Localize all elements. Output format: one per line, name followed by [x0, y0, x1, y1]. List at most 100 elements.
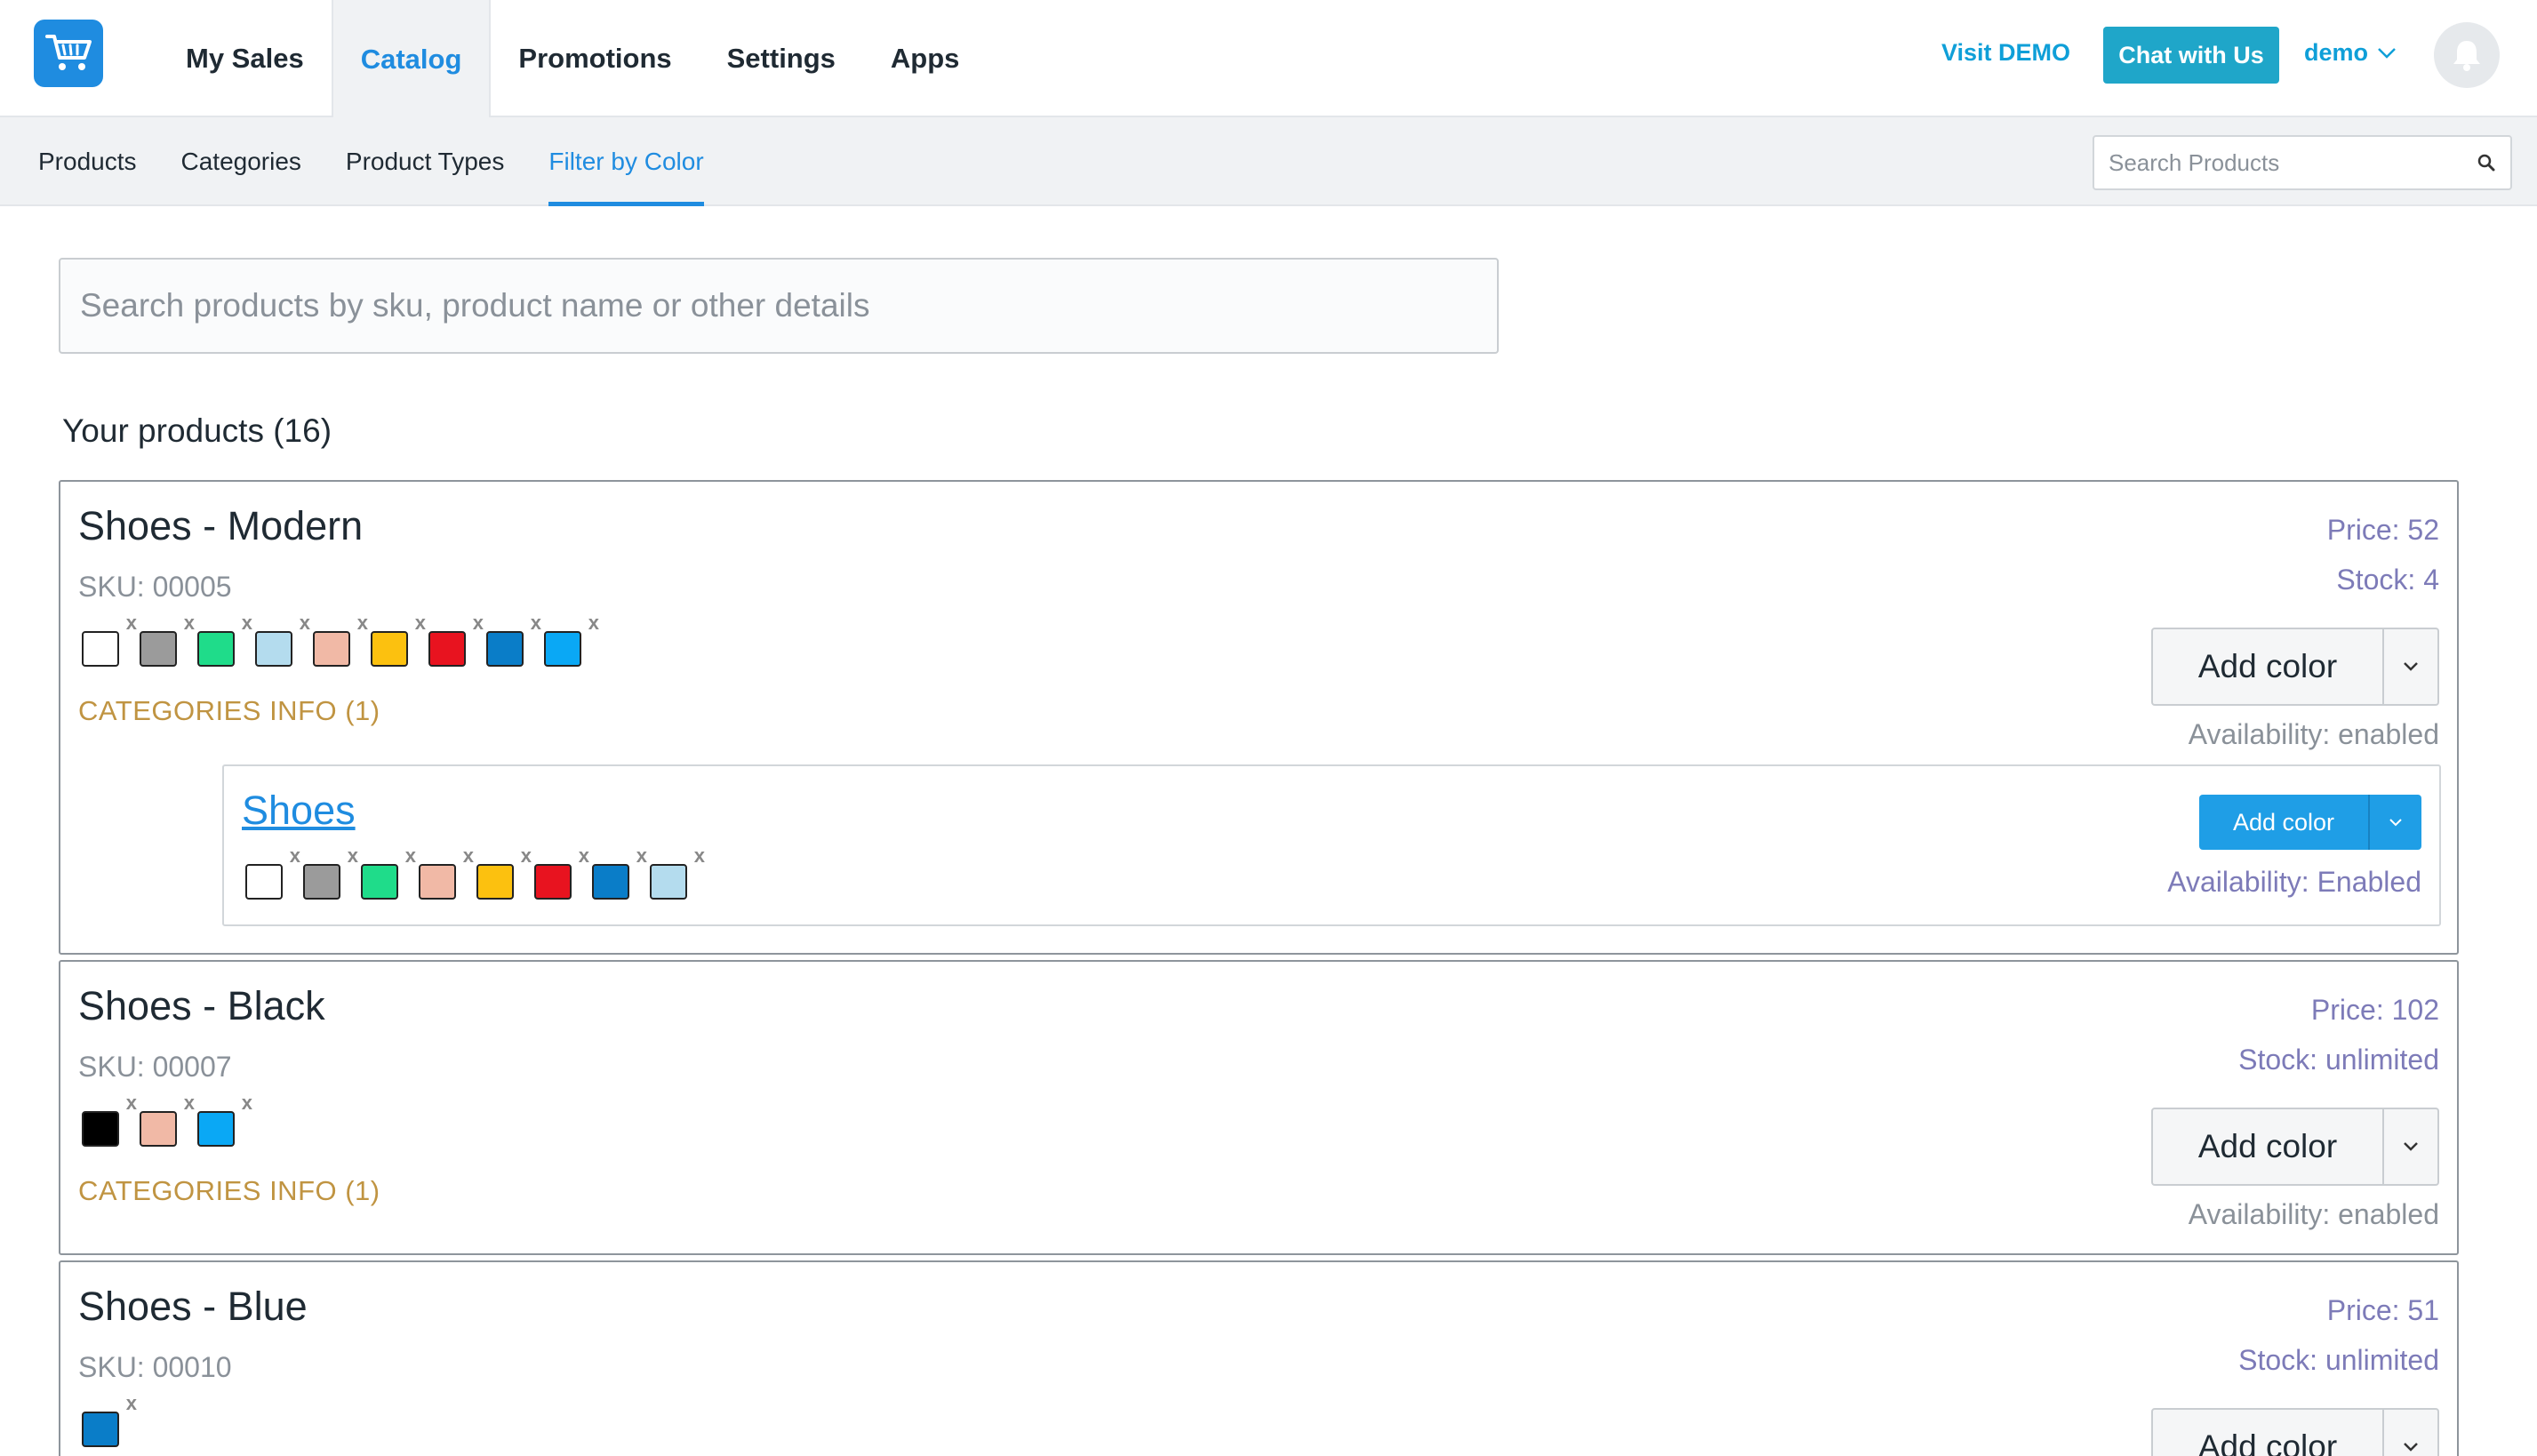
product-card: Shoes - Black SKU: 00007 x x x CATEGORIES …: [59, 960, 2459, 1255]
remove-color-icon[interactable]: x: [415, 613, 426, 633]
nav-promotions[interactable]: Promotions: [491, 0, 699, 117]
catalog-sub-nav-bar: Products Categories Product Types Filter…: [0, 117, 2537, 206]
categories-info-toggle[interactable]: CATEGORIES INFO (1): [78, 695, 380, 727]
category-row: Shoes x x x x x x x x Add color Availability: E…: [222, 764, 2441, 926]
color-swatch-blue[interactable]: x: [592, 846, 647, 900]
chevron-down-icon: [2378, 47, 2396, 59]
color-swatch-gray[interactable]: x: [303, 846, 358, 900]
ecwid-logo[interactable]: [34, 20, 103, 87]
remove-color-icon[interactable]: x: [521, 846, 532, 866]
color-swatches: xxxxxxxxx: [82, 613, 599, 667]
add-color-dropdown[interactable]: [2384, 1109, 2437, 1184]
tab-filter-by-color[interactable]: Filter by Color: [526, 117, 725, 206]
add-color-button[interactable]: Add color: [2151, 1408, 2439, 1456]
product-availability: Availability: enabled: [2188, 718, 2439, 750]
nav-my-sales[interactable]: My Sales: [158, 0, 332, 117]
color-swatch-green[interactable]: x: [361, 846, 416, 900]
category-availability: Availability: Enabled: [2167, 866, 2421, 898]
tab-product-types[interactable]: Product Types: [324, 117, 526, 206]
color-swatch-peach[interactable]: x: [140, 1093, 195, 1147]
remove-color-icon[interactable]: x: [405, 846, 416, 866]
remove-color-icon[interactable]: x: [694, 846, 705, 866]
color-swatch-yellow[interactable]: x: [371, 613, 426, 667]
color-swatch-white[interactable]: x: [82, 613, 137, 667]
color-swatch-gray[interactable]: x: [140, 613, 195, 667]
search-icon[interactable]: [2477, 153, 2496, 172]
visit-demo-link[interactable]: Visit DEMO: [1941, 39, 2070, 67]
categories-info-toggle[interactable]: CATEGORIES INFO (1): [78, 1175, 380, 1207]
color-swatch-light-blue[interactable]: x: [650, 846, 705, 900]
search-products-input[interactable]: [2109, 148, 2477, 177]
remove-color-icon[interactable]: x: [636, 846, 647, 866]
remove-color-icon[interactable]: x: [473, 613, 484, 633]
remove-color-icon[interactable]: x: [300, 613, 310, 633]
remove-color-icon[interactable]: x: [126, 1093, 137, 1113]
remove-color-icon[interactable]: x: [357, 613, 368, 633]
remove-color-icon[interactable]: x: [348, 846, 358, 866]
category-link-shoes[interactable]: Shoes: [242, 788, 356, 834]
add-color-label[interactable]: Add color: [2153, 1410, 2384, 1456]
remove-color-icon[interactable]: x: [126, 1394, 137, 1413]
product-price: Price: 51: [2326, 1294, 2439, 1326]
product-stock: Stock: unlimited: [2238, 1344, 2439, 1376]
nav-settings[interactable]: Settings: [700, 0, 863, 117]
color-swatch-green[interactable]: x: [197, 613, 252, 667]
color-swatch-blue[interactable]: x: [82, 1394, 137, 1447]
catalog-tabs: Products Categories Product Types Filter…: [16, 117, 726, 206]
add-color-dropdown[interactable]: [2384, 629, 2437, 704]
tab-products[interactable]: Products: [16, 117, 159, 206]
remove-color-icon[interactable]: x: [588, 613, 599, 633]
product-name: Shoes - Blue: [78, 1284, 308, 1329]
chevron-down-icon: [2404, 662, 2418, 671]
remove-color-icon[interactable]: x: [290, 846, 300, 866]
remove-color-icon[interactable]: x: [242, 613, 252, 633]
add-color-button[interactable]: Add color: [2151, 1108, 2439, 1186]
product-price: Price: 102: [2310, 994, 2439, 1026]
product-sku: SKU: 00010: [78, 1351, 232, 1383]
color-swatch-peach[interactable]: x: [419, 846, 474, 900]
category-add-color-dropdown[interactable]: [2370, 795, 2421, 850]
search-products-box: [2093, 135, 2512, 190]
category-add-color-label[interactable]: Add color: [2199, 795, 2370, 850]
add-color-button[interactable]: Add color: [2151, 628, 2439, 706]
color-swatch-sky-blue[interactable]: x: [197, 1093, 252, 1147]
user-menu[interactable]: demo: [2304, 39, 2397, 67]
nav-catalog[interactable]: Catalog: [331, 0, 492, 119]
color-swatch-red[interactable]: x: [534, 846, 589, 900]
shopping-cart-icon: [45, 35, 92, 70]
products-count-heading: Your products (16): [62, 412, 332, 449]
remove-color-icon[interactable]: x: [184, 613, 195, 633]
top-bar: My Sales Catalog Promotions Settings App…: [0, 0, 2537, 119]
product-card: Shoes - Blue SKU: 00010 x Price: 51 Stoc…: [59, 1260, 2459, 1456]
color-swatch-sky-blue[interactable]: x: [544, 613, 599, 667]
user-name: demo: [2304, 39, 2369, 66]
remove-color-icon[interactable]: x: [242, 1093, 252, 1113]
remove-color-icon[interactable]: x: [126, 613, 137, 633]
chevron-down-icon: [2389, 819, 2402, 827]
nav-apps[interactable]: Apps: [863, 0, 988, 117]
color-swatch-black[interactable]: x: [82, 1093, 137, 1147]
color-swatch-red[interactable]: x: [428, 613, 484, 667]
remove-color-icon[interactable]: x: [184, 1093, 195, 1113]
add-color-label[interactable]: Add color: [2153, 629, 2384, 704]
color-swatch-light-blue[interactable]: x: [255, 613, 310, 667]
color-swatch-blue[interactable]: x: [486, 613, 541, 667]
notifications-avatar[interactable]: [2434, 22, 2500, 88]
product-name: Shoes - Black: [78, 983, 325, 1028]
product-price: Price: 52: [2326, 514, 2439, 546]
color-swatch-yellow[interactable]: x: [476, 846, 532, 900]
remove-color-icon[interactable]: x: [531, 613, 541, 633]
chat-with-us-button[interactable]: Chat with Us: [2103, 27, 2279, 84]
color-swatch-peach[interactable]: x: [313, 613, 368, 667]
add-color-dropdown[interactable]: [2384, 1410, 2437, 1456]
color-swatches: x: [82, 1394, 137, 1447]
chevron-down-icon: [2404, 1142, 2418, 1151]
tab-categories[interactable]: Categories: [159, 117, 324, 206]
remove-color-icon[interactable]: x: [579, 846, 589, 866]
remove-color-icon[interactable]: x: [463, 846, 474, 866]
product-search-input[interactable]: [80, 287, 1477, 324]
category-add-color-button[interactable]: Add color: [2199, 795, 2421, 850]
add-color-label[interactable]: Add color: [2153, 1109, 2384, 1184]
product-stock: Stock: 4: [2336, 564, 2439, 596]
color-swatch-white[interactable]: x: [245, 846, 300, 900]
